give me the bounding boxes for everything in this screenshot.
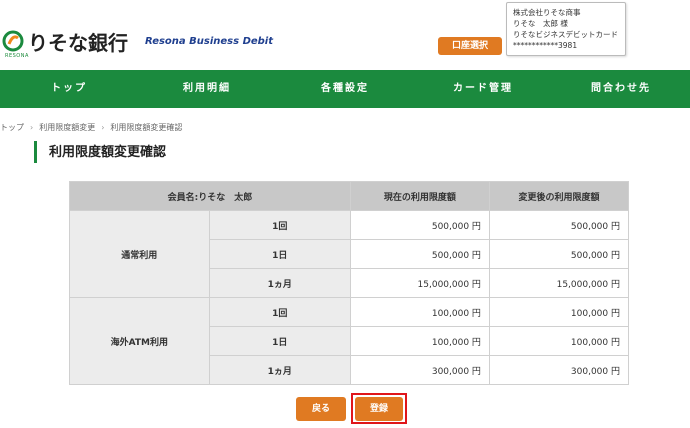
new-amount: 15,000,000 円 — [488, 268, 630, 298]
new-amount: 300,000 円 — [488, 355, 630, 385]
period-label: 1回 — [208, 297, 351, 327]
new-amount: 500,000 円 — [488, 239, 630, 269]
current-amount: 15,000,000 円 — [349, 268, 490, 298]
breadcrumb-separator: › — [30, 123, 34, 132]
nav-statements[interactable]: 利用明細 — [138, 70, 276, 108]
logo-sub: RESONA — [5, 53, 29, 59]
breadcrumb-limit-change[interactable]: 利用限度額変更 — [39, 123, 95, 132]
new-limit-header: 変更後の利用限度額 — [488, 181, 630, 211]
user-name: りそな 太郎 様 — [513, 19, 568, 28]
card-number: ************3981 — [513, 41, 578, 50]
period-label: 1ヵ月 — [208, 268, 351, 298]
user-info-box: 株式会社りそな商事 りそな 太郎 様 りそなビジネスデビットカード ******… — [506, 2, 626, 56]
breadcrumb-separator: › — [101, 123, 105, 132]
new-amount: 100,000 円 — [488, 326, 630, 356]
new-amount: 500,000 円 — [488, 210, 630, 240]
nav-settings[interactable]: 各種設定 — [276, 70, 414, 108]
main-nav: トップ 利用明細 各種設定 カード管理 問合わせ先 — [0, 70, 690, 108]
title-accent-bar — [34, 141, 37, 163]
nav-contact[interactable]: 問合わせ先 — [552, 70, 690, 108]
page-title: 利用限度額変更確認 — [49, 145, 167, 160]
back-button[interactable]: 戻る — [296, 397, 346, 421]
period-label: 1日 — [208, 239, 351, 269]
header: RESONA りそな銀行 Resona Business Debit 口座選択 … — [0, 0, 690, 70]
limits-table: 会員名:りそな 太郎 現在の利用限度額 変更後の利用限度額 通常利用 1回 50… — [69, 181, 630, 385]
card-type: りそなビジネスデビットカード — [513, 30, 618, 39]
breadcrumb-current: 利用限度額変更確認 — [110, 123, 183, 132]
table-row: 海外ATM利用 1回 100,000 円 100,000 円 — [69, 297, 630, 385]
resona-mark-icon — [2, 30, 24, 52]
breadcrumb-top[interactable]: トップ — [0, 123, 24, 132]
resona-logo[interactable]: RESONA りそな銀行 — [2, 30, 152, 64]
user-company: 株式会社りそな商事 — [513, 8, 581, 17]
table-header-row: 会員名:りそな 太郎 現在の利用限度額 変更後の利用限度額 — [69, 181, 630, 211]
current-amount: 500,000 円 — [349, 210, 490, 240]
group-normal-use: 通常利用 — [69, 210, 210, 298]
logo-text: りそな銀行 — [28, 31, 128, 55]
current-amount: 500,000 円 — [349, 239, 490, 269]
register-button[interactable]: 登録 — [355, 397, 403, 421]
current-amount: 100,000 円 — [349, 297, 490, 327]
new-amount: 100,000 円 — [488, 297, 630, 327]
group-overseas-atm: 海外ATM利用 — [69, 297, 210, 385]
period-label: 1日 — [208, 326, 351, 356]
breadcrumb: トップ › 利用限度額変更 › 利用限度額変更確認 — [0, 122, 188, 133]
current-limit-header: 現在の利用限度額 — [349, 181, 490, 211]
period-label: 1ヵ月 — [208, 355, 351, 385]
table-row: 通常利用 1回 500,000 円 500,000 円 — [69, 210, 630, 298]
period-label: 1回 — [208, 210, 351, 240]
current-amount: 300,000 円 — [349, 355, 490, 385]
account-select-button[interactable]: 口座選択 — [438, 37, 502, 55]
brand-name: Resona Business Debit — [145, 36, 274, 47]
current-amount: 100,000 円 — [349, 326, 490, 356]
nav-card-management[interactable]: カード管理 — [414, 70, 552, 108]
nav-top[interactable]: トップ — [0, 70, 138, 108]
member-name-header: 会員名:りそな 太郎 — [69, 181, 351, 211]
